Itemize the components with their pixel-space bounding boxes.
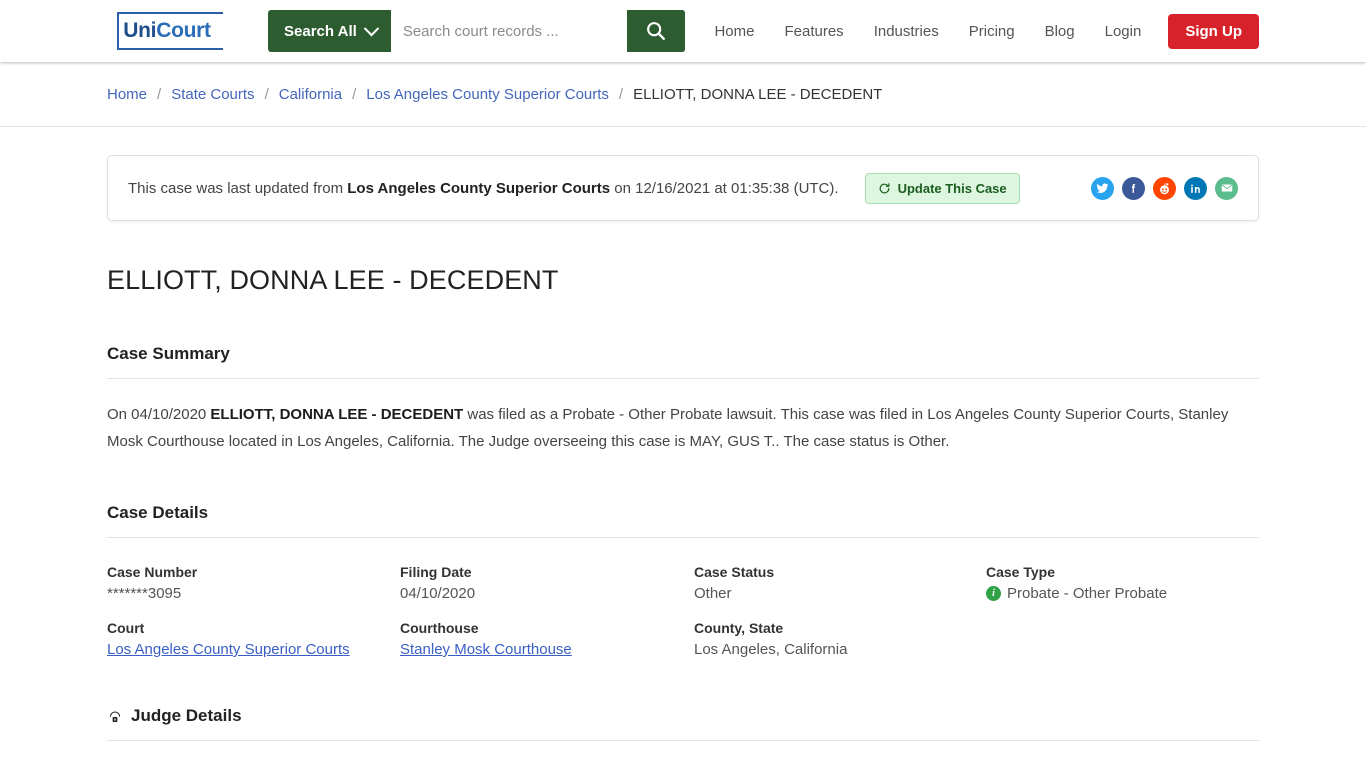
nav-item-login[interactable]: Login <box>1090 23 1157 40</box>
detail-case-type: Case Type i Probate - Other Probate <box>986 564 1259 602</box>
detail-value: Los Angeles, California <box>694 641 848 658</box>
detail-value: Other <box>694 585 732 602</box>
detail-label: Court <box>107 620 145 636</box>
linkedin-icon[interactable] <box>1184 176 1207 200</box>
detail-value: 04/10/2020 <box>400 585 476 602</box>
detail-value-wrap: Stanley Mosk Courthouse <box>400 641 694 658</box>
info-icon[interactable]: i <box>986 586 1001 601</box>
search-submit-button[interactable] <box>626 10 685 52</box>
breadcrumb: Home / State Courts / California / Los A… <box>107 86 882 103</box>
nav-item-home[interactable]: Home <box>699 23 769 40</box>
logo-text-court: Court <box>156 19 211 42</box>
detail-label: Case Status <box>694 564 775 580</box>
detail-label: County, State <box>694 620 784 636</box>
breadcrumb-separator: / <box>352 85 357 103</box>
detail-court: Court Los Angeles County Superior Courts <box>107 620 400 658</box>
case-details-heading-label: Case Details <box>107 503 209 522</box>
notice-text-after: on 12/16/2021 at 01:35:38 (UTC). <box>610 179 839 197</box>
breadcrumb-item-california[interactable]: California <box>279 86 342 103</box>
share-buttons <box>1091 176 1238 200</box>
detail-case-number: Case Number *******3095 <box>107 564 400 602</box>
breadcrumb-separator: / <box>618 85 624 103</box>
last-updated-text: This case was last updated from Los Ange… <box>128 180 839 197</box>
judge-details-heading: Judge Details <box>107 706 1259 741</box>
refresh-icon <box>879 182 889 193</box>
detail-filing-date: Filing Date 04/10/2020 <box>400 564 694 602</box>
case-summary-heading: Case Summary <box>107 344 1259 379</box>
logo-text: UniCourt <box>119 19 215 43</box>
nav-item-features[interactable]: Features <box>769 23 858 40</box>
unicourt-logo[interactable]: UniCourt <box>107 8 227 54</box>
search-input[interactable] <box>390 10 627 52</box>
email-icon[interactable] <box>1215 176 1238 200</box>
case-summary-text: On 04/10/2020 ELLIOTT, DONNA LEE - DECED… <box>107 401 1259 455</box>
search-icon <box>646 22 665 40</box>
reddit-icon[interactable] <box>1153 176 1176 200</box>
page-content: This case was last updated from Los Ange… <box>107 127 1259 768</box>
notice-source-name: Los Angeles County Superior Courts <box>347 179 611 197</box>
detail-label: Case Number <box>107 564 198 580</box>
search-scope-dropdown[interactable]: Search All <box>268 10 391 52</box>
site-header: UniCourt Search All Home Features Indust… <box>0 0 1366 62</box>
detail-value-wrap: Los Angeles County Superior Courts <box>107 641 400 658</box>
logo-text-uni: Uni <box>123 19 157 42</box>
sign-up-button[interactable]: Sign Up <box>1168 13 1259 49</box>
detail-empty-cell <box>986 620 1259 658</box>
detail-courthouse: Courthouse Stanley Mosk Courthouse <box>400 620 694 658</box>
court-link[interactable]: Los Angeles County Superior Courts <box>107 641 350 658</box>
case-details-grid: Case Number *******3095 Filing Date 04/1… <box>107 564 1259 658</box>
twitter-icon[interactable] <box>1091 176 1114 200</box>
summary-pre: On 04/10/2020 <box>107 406 211 423</box>
detail-case-status: Case Status Other <box>694 564 986 602</box>
breadcrumb-item-home[interactable]: Home <box>107 86 147 103</box>
detail-label: Case Type <box>986 564 1055 580</box>
page-title: ELLIOTT, DONNA LEE - DECEDENT <box>107 265 559 295</box>
judge-icon <box>109 711 121 722</box>
summary-case-name: ELLIOTT, DONNA LEE - DECEDENT <box>210 406 464 423</box>
chevron-down-icon <box>363 20 380 36</box>
judge-details-heading-label: Judge Details <box>131 706 242 725</box>
breadcrumb-bar: Home / State Courts / California / Los A… <box>0 62 1366 127</box>
search-bar: Search All <box>268 10 685 52</box>
detail-label: Filing Date <box>400 564 472 580</box>
detail-value: *******3095 <box>107 585 182 602</box>
nav-item-pricing[interactable]: Pricing <box>954 23 1030 40</box>
notice-text-before: This case was last updated from <box>128 179 348 197</box>
detail-value: Probate - Other Probate <box>1007 585 1168 602</box>
breadcrumb-separator: / <box>157 85 162 103</box>
courthouse-link[interactable]: Stanley Mosk Courthouse <box>400 641 572 658</box>
last-updated-notice: This case was last updated from Los Ange… <box>107 155 1259 221</box>
detail-label: Courthouse <box>400 620 479 636</box>
detail-county-state: County, State Los Angeles, California <box>694 620 986 658</box>
main-navigation: Home Features Industries Pricing Blog Lo… <box>699 13 1259 49</box>
breadcrumb-separator: / <box>264 85 269 103</box>
case-details-heading: Case Details <box>107 503 1259 538</box>
case-summary-heading-label: Case Summary <box>107 344 230 363</box>
update-this-case-button[interactable]: Update This Case <box>864 172 1020 204</box>
nav-item-blog[interactable]: Blog <box>1030 23 1090 40</box>
breadcrumb-item-state-courts[interactable]: State Courts <box>171 86 254 103</box>
breadcrumb-item-county-court[interactable]: Los Angeles County Superior Courts <box>366 86 609 103</box>
breadcrumb-item-current: ELLIOTT, DONNA LEE - DECEDENT <box>633 85 883 103</box>
nav-item-industries[interactable]: Industries <box>859 23 954 40</box>
search-scope-label: Search All <box>284 22 357 40</box>
facebook-icon[interactable] <box>1122 176 1145 200</box>
detail-value-wrap: i Probate - Other Probate <box>986 585 1259 602</box>
update-this-case-label: Update This Case <box>897 180 1007 196</box>
